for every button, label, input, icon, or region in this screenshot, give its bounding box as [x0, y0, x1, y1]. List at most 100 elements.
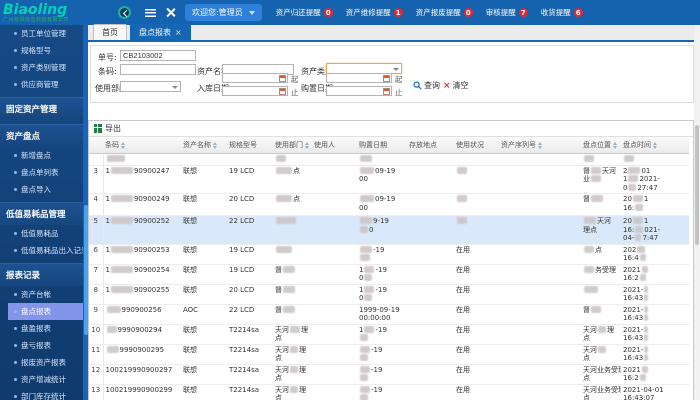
column-header[interactable]: 使用人 — [312, 137, 357, 154]
sidebar-item[interactable]: 资产台帐 — [0, 286, 83, 303]
sidebar-item[interactable]: 员工单位管理 — [0, 25, 83, 42]
table-cell: 在用 — [454, 364, 499, 385]
close-all-icon[interactable] — [166, 8, 175, 17]
notification-item[interactable]: 资产归还提醒 0 — [276, 7, 333, 18]
table-cell — [312, 324, 357, 345]
sidebar-item[interactable]: 资产增减统计 — [0, 371, 83, 388]
table-cell — [312, 215, 357, 245]
table-cell — [407, 364, 454, 385]
table-row[interactable]: 5 1 90900252 联想 22 LCD 9-19 0 天河 理点 20 1 16: 021- 04-… — [89, 215, 689, 245]
table-row[interactable]: 4 1 90900249 联想 20 LCD 点 09-19 00 督 20 1 16: — [89, 193, 689, 216]
notification-item[interactable]: 收货提醒 6 — [541, 7, 583, 18]
tab-label: 首页 — [102, 28, 118, 37]
sidebar-item[interactable]: 盘亏报表 — [0, 337, 83, 354]
dept-select[interactable] — [120, 81, 181, 92]
clear-button[interactable]: × 清空 — [443, 80, 469, 91]
table-row[interactable]: 9 990900256 AOC 22 LCD 督 1999-09-19 00:00:00 在用… — [89, 304, 689, 325]
notification-item[interactable]: 资产维修提醒 1 — [346, 7, 403, 18]
search-button[interactable]: 查询 — [413, 80, 440, 91]
table-row[interactable]: 7 1 90900254 联想 19 LCD 督 1 -19 0 在用 务受理 2021 16:2 — [89, 264, 689, 285]
table-row[interactable] — [89, 153, 689, 166]
column-header[interactable]: 存放地点 — [407, 137, 454, 154]
sidebar-section[interactable]: 报表记录 — [0, 263, 83, 286]
sidebar-item[interactable]: 低值易耗品 — [0, 225, 83, 242]
sort-icon[interactable] — [538, 141, 542, 149]
table-row[interactable]: 12 100219990900297 联想 T2214sa 天河理点 -19 在用 天河业务受… — [89, 364, 689, 385]
calendar-icon[interactable] — [279, 88, 286, 95]
sidebar-item[interactable]: 低值易耗品出入记录 — [0, 242, 83, 259]
sidebar-item[interactable]: 盘点报表 — [8, 303, 83, 320]
column-header[interactable]: 使用状况 — [454, 137, 499, 154]
purchase-date-to-input[interactable] — [326, 86, 392, 96]
sort-icon[interactable] — [305, 141, 309, 149]
sidebar-item[interactable]: 新增盘点 — [0, 147, 83, 164]
sidebar-item[interactable]: 供应商管理 — [0, 76, 83, 93]
sidebar-item[interactable]: 报废资产报表 — [0, 354, 83, 371]
user-menu[interactable]: 欢迎您:管理员 — [185, 4, 262, 21]
table-row[interactable]: 3 1 90900247 联想 19 LCD 点 09-19 00 督天河业 2 01 1 2021- 0… — [89, 165, 689, 194]
column-header[interactable]: 使用部门 — [273, 137, 312, 154]
table-row[interactable]: 6 1 90900253 联想 19 LCD -19 在用 点 202 16:4 — [89, 244, 689, 265]
sort-icon[interactable] — [653, 141, 657, 149]
sidebar-section[interactable]: 低值易耗品管理 — [0, 202, 83, 225]
bullet-icon — [14, 154, 17, 157]
inbound-date-from-input[interactable] — [222, 73, 288, 83]
page-scrollbar-thumb[interactable] — [695, 125, 699, 245]
table-cell: 1 -19 0 — [357, 284, 407, 305]
sidebar-section[interactable]: 固定资产管理 — [0, 97, 83, 120]
calendar-icon[interactable] — [279, 75, 286, 82]
row-number: 13 — [89, 384, 104, 400]
notification-label: 收货提醒 — [540, 8, 571, 17]
menu-icon[interactable] — [145, 8, 156, 17]
table-cell: 22 LCD — [227, 304, 273, 325]
sort-icon[interactable] — [213, 141, 217, 149]
sidebar-scrollbar-thumb[interactable] — [83, 205, 88, 335]
table-row[interactable]: 8 1 90900255 联想 20 LCD 督 1 -19 0 在用 2021- 16:43 — [89, 284, 689, 305]
row-number: 11 — [89, 344, 104, 365]
close-icon[interactable]: × — [175, 28, 182, 36]
table-cell: 天河业务受理点 — [581, 384, 621, 400]
purchase-date-from-input[interactable] — [326, 73, 392, 83]
column-header[interactable]: 盘点时间 — [621, 137, 689, 154]
notification-item[interactable]: 审核提醒 7 — [486, 7, 528, 18]
sidebar-item[interactable]: 部门库存统计 — [0, 388, 83, 400]
table-row[interactable]: 11 9990900295 联想 T2214sa 天河理点 -19 在用 天河点 2021- 16… — [89, 344, 689, 365]
collapse-sidebar-icon[interactable] — [118, 6, 131, 19]
table-row[interactable]: 10 9990900294 联想 T2214sa 天河理点 1 -19 在用 天河理点 2021-… — [89, 324, 689, 345]
bullet-icon — [14, 32, 17, 35]
column-header[interactable]: 资产名称 — [181, 137, 227, 154]
table-cell — [407, 193, 454, 216]
sidebar-item[interactable]: 资产类别管理 — [0, 59, 83, 76]
sort-icon[interactable] — [121, 141, 125, 149]
sidebar-item[interactable]: 盘点导入 — [0, 181, 83, 198]
sidebar-item[interactable]: 盘点单列表 — [0, 164, 83, 181]
clear-icon: × — [443, 80, 451, 91]
calendar-icon[interactable] — [383, 75, 390, 82]
tab[interactable]: 首页 — [93, 24, 127, 40]
sidebar-section[interactable]: 资产盘点 — [0, 124, 83, 147]
tab[interactable]: 盘点报表 × — [130, 24, 191, 40]
notification-item[interactable]: 资产报废提醒 0 — [416, 7, 473, 18]
bullet-icon — [14, 171, 17, 174]
table-cell — [407, 264, 454, 285]
column-header[interactable]: 盘点位置 — [581, 137, 621, 154]
column-header-label: 盘点位置 — [583, 141, 611, 149]
redaction-smudge — [290, 345, 298, 353]
table-cell — [312, 153, 357, 166]
column-header[interactable]: 规格型号 — [227, 137, 273, 154]
table-row[interactable]: 13 100219990900299 联想 T2214sa 天河理点 -19 在用 天河业务受… — [89, 384, 689, 400]
calendar-icon[interactable] — [383, 88, 390, 95]
column-header[interactable]: 资产序列号 — [499, 137, 581, 154]
sort-icon[interactable] — [613, 141, 617, 149]
column-header[interactable]: 购置日期 — [357, 137, 407, 154]
sidebar-item[interactable]: 盘盈报表 — [0, 320, 83, 337]
barcode-input[interactable] — [120, 64, 196, 75]
notification-label: 审核提醒 — [485, 8, 516, 17]
export-button[interactable]: 导出 — [105, 123, 121, 134]
redaction-smudge — [644, 354, 649, 361]
order-no-input[interactable] — [120, 50, 196, 61]
column-header[interactable]: 条码 — [103, 137, 181, 154]
sidebar-item[interactable]: 规格型号 — [0, 42, 83, 59]
inbound-date-to-input[interactable] — [222, 86, 288, 96]
row-number: 9 — [89, 304, 104, 325]
